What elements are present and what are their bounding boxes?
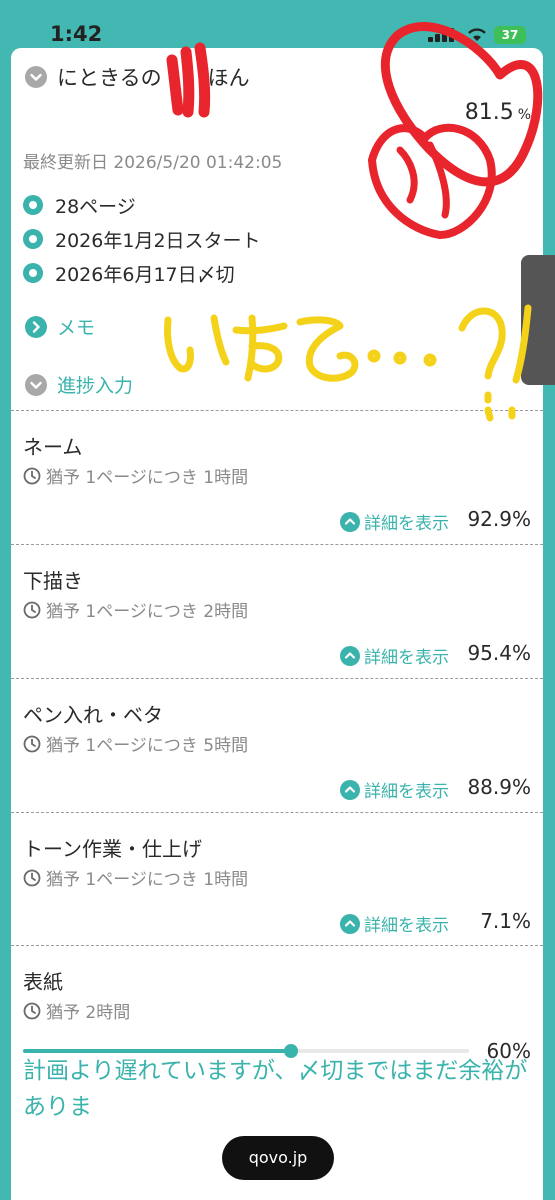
- show-details-button[interactable]: 詳細を表示: [340, 911, 449, 936]
- task-section: 下描き 猶予 1ページにつき 2時間 詳細を表示 95.4%: [11, 544, 543, 678]
- memo-toggle[interactable]: メモ: [25, 313, 95, 340]
- clock-icon: [23, 869, 41, 886]
- task-name: ネーム: [23, 435, 83, 459]
- project-title: にときるの ほん: [57, 66, 250, 90]
- chevron-up-icon: [340, 511, 360, 532]
- bullet-icon: [23, 263, 43, 283]
- chevron-down-icon[interactable]: [25, 66, 47, 88]
- task-percent: 95.4%: [467, 641, 531, 665]
- show-details-button[interactable]: 詳細を表示: [340, 509, 449, 534]
- task-rate: 猶予 1ページにつき 1時間: [23, 463, 248, 488]
- clock-icon: [23, 735, 41, 752]
- clock-icon: [23, 1002, 41, 1019]
- signal-icon: [428, 28, 458, 42]
- list-item: 2026年6月17日〆切: [23, 256, 261, 290]
- task-section: ネーム 猶予 1ページにつき 1時間 詳細を表示 92.9%: [11, 410, 543, 544]
- status-bar: 1:42 37: [0, 0, 555, 48]
- list-item: 2026年1月2日スタート: [23, 222, 261, 256]
- url-pill[interactable]: qovo.jp: [222, 1136, 334, 1180]
- battery-icon: 37: [494, 26, 526, 44]
- bullet-icon: [23, 229, 43, 249]
- list-item: 28ページ: [23, 188, 261, 222]
- clock-icon: [23, 467, 41, 484]
- task-name: ペン入れ・ベタ: [23, 703, 163, 727]
- progress-input-label: 進捗入力: [57, 375, 134, 397]
- task-rate: 猶予 2時間: [23, 998, 130, 1023]
- last-updated: 最終更新日 2026/5/20 01:42:05: [23, 153, 283, 173]
- task-section: トーン作業・仕上げ 猶予 1ページにつき 1時間 詳細を表示 7.1%: [11, 812, 543, 945]
- project-card: にときるの ほん 81.5% 最終更新日 2026/5/20 01:42:05 2…: [11, 48, 543, 1200]
- chevron-up-icon: [340, 779, 360, 800]
- task-rate: 猶予 1ページにつき 1時間: [23, 865, 248, 890]
- total-progress-percent: 81.5%: [464, 100, 531, 125]
- chevron-down-icon: [25, 373, 47, 396]
- status-time: 1:42: [50, 22, 103, 46]
- side-panel-handle[interactable]: [521, 255, 555, 385]
- clock-icon: [23, 601, 41, 618]
- status-message: 計画より遅れていますが、〆切まではまだ余裕がありま: [23, 1058, 528, 1120]
- progress-input-toggle[interactable]: 進捗入力: [25, 371, 133, 398]
- chevron-right-icon: [25, 315, 47, 338]
- show-details-button[interactable]: 詳細を表示: [340, 643, 449, 668]
- start-date: 2026年1月2日スタート: [55, 229, 261, 252]
- wifi-icon: [468, 28, 486, 41]
- task-name: トーン作業・仕上げ: [23, 837, 202, 861]
- deadline: 2026年6月17日〆切: [55, 263, 235, 286]
- task-percent: 88.9%: [467, 775, 531, 799]
- show-details-button[interactable]: 詳細を表示: [340, 777, 449, 802]
- task-rate: 猶予 1ページにつき 2時間: [23, 597, 248, 622]
- task-percent: 92.9%: [467, 507, 531, 531]
- task-name: 表紙: [23, 970, 63, 994]
- page-count: 28ページ: [55, 195, 136, 218]
- chevron-up-icon: [340, 913, 360, 934]
- bullet-icon: [23, 195, 43, 215]
- task-rate: 猶予 1ページにつき 5時間: [23, 731, 248, 756]
- project-info-list: 28ページ 2026年1月2日スタート 2026年6月17日〆切: [23, 188, 261, 290]
- project-header[interactable]: にときるの ほん: [25, 62, 250, 92]
- task-name: 下描き: [23, 569, 83, 593]
- chevron-up-icon: [340, 645, 360, 666]
- task-section: ペン入れ・ベタ 猶予 1ページにつき 5時間 詳細を表示 88.9%: [11, 678, 543, 812]
- task-percent: 7.1%: [480, 909, 531, 933]
- memo-label: メモ: [57, 317, 96, 339]
